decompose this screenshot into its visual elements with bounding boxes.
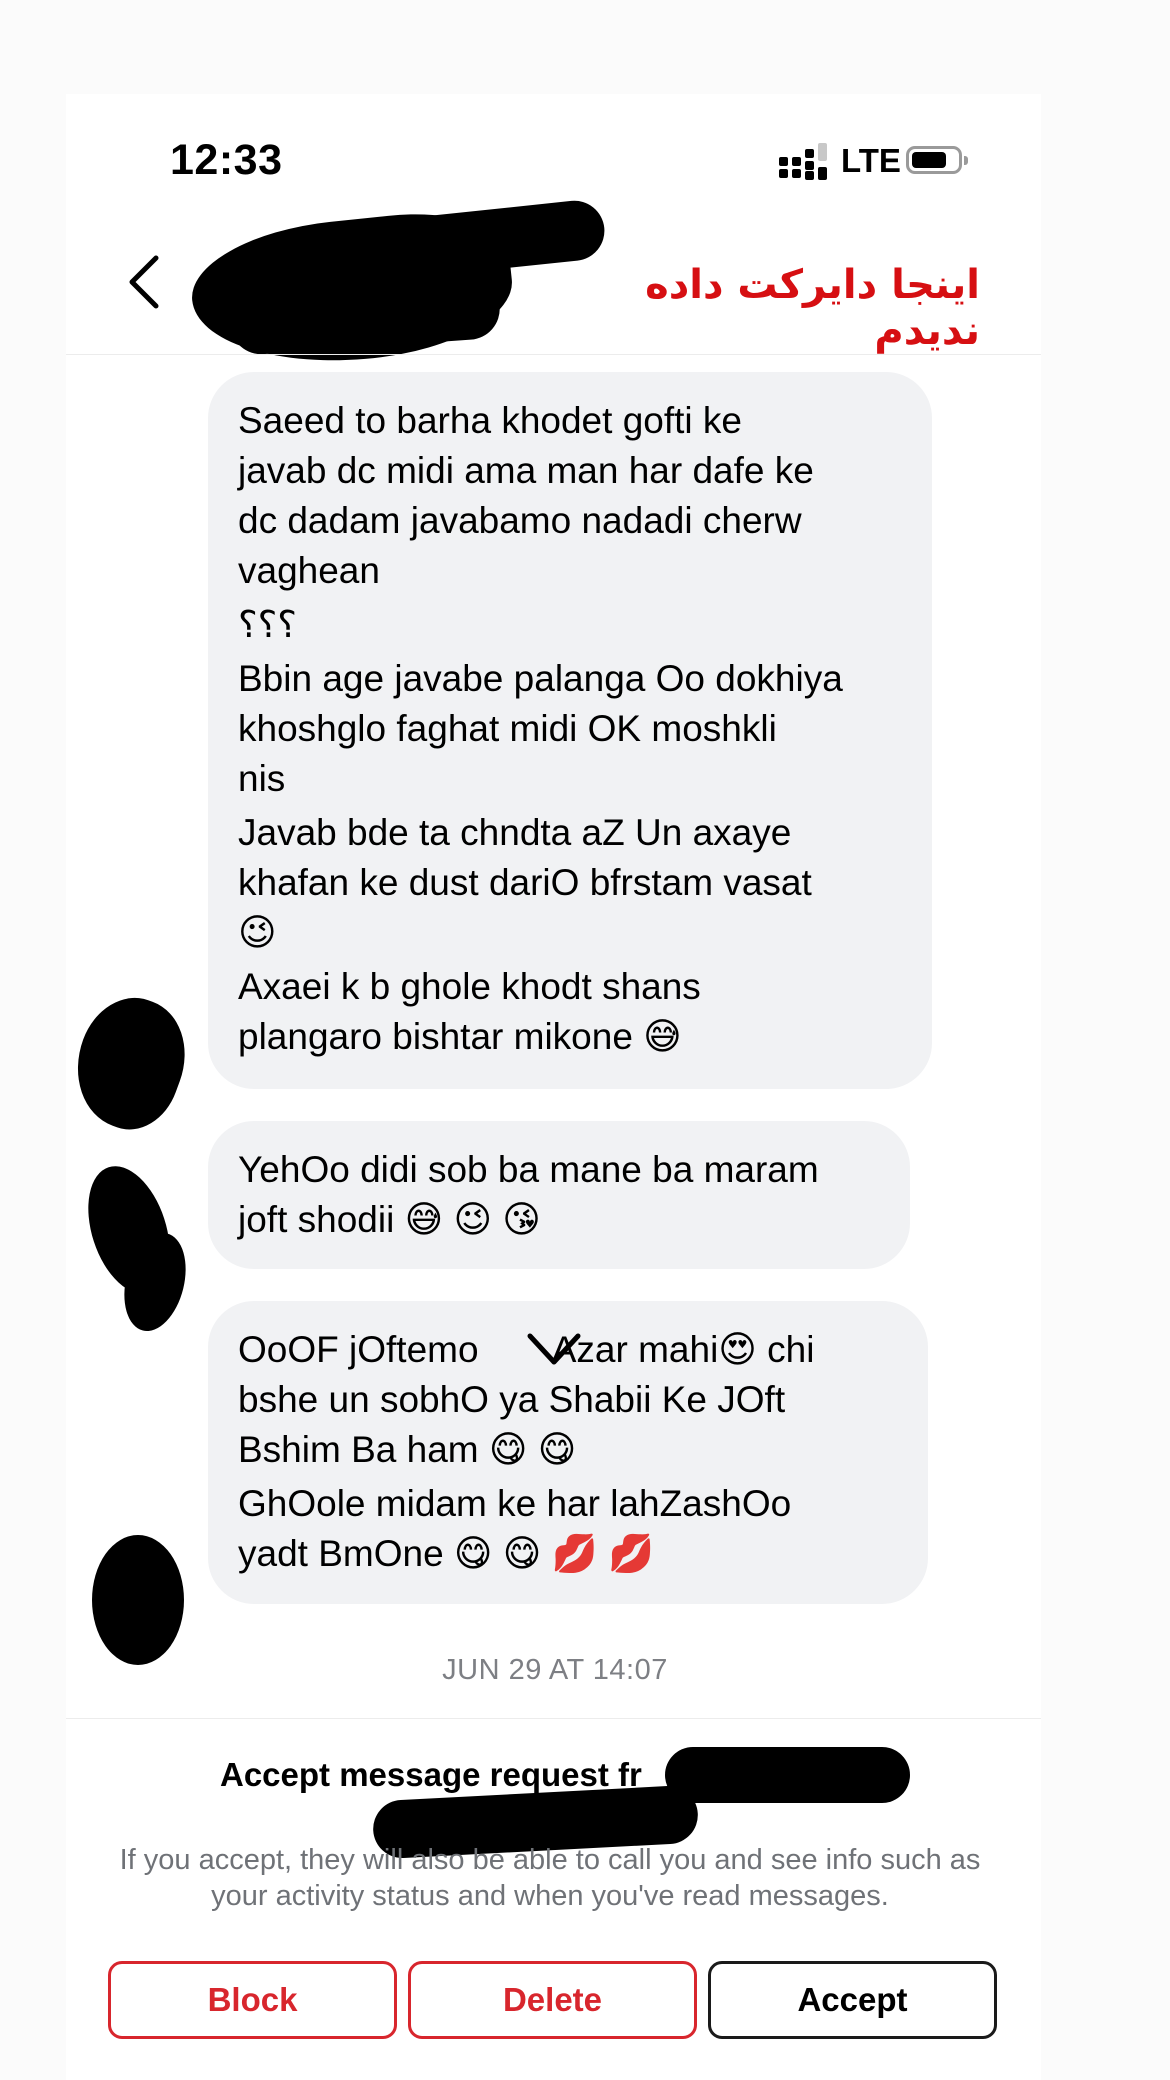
header-annotation: اینجا دایرکت داده ندیدم: [645, 262, 980, 354]
battery-level: [912, 152, 946, 168]
message-paragraph: GhOole midam ke har lahZashOo yadt BmOne…: [238, 1483, 792, 1574]
signal-dot: [805, 171, 814, 180]
signal-dot: [805, 161, 814, 170]
message-paragraph: YehOo didi sob ba mane ba maram joft sho…: [238, 1149, 819, 1240]
redacted-avatar: [92, 1535, 184, 1665]
message-paragraph: Javab bde ta chndta aZ Un axaye khafan k…: [238, 812, 812, 953]
status-time: 12:33: [170, 136, 283, 184]
network-type: LTE: [841, 142, 901, 179]
footer-divider: [66, 1718, 1041, 1719]
signal-dot: [805, 149, 814, 158]
redacted-username: [665, 1747, 910, 1803]
message-paragraph: Saeed to barha khodet gofti ke javab dc …: [238, 400, 814, 591]
chevron-down-icon: [527, 1333, 581, 1365]
signal-dot: [779, 157, 788, 166]
signal-dot: [792, 169, 801, 178]
message-bubble[interactable]: YehOo didi sob ba mane ba maram joft sho…: [208, 1121, 910, 1269]
message-paragraph: Axaei k b ghole khodt shans plangaro bis…: [238, 966, 701, 1057]
battery-nub: [964, 156, 968, 165]
accept-button[interactable]: Accept: [708, 1961, 997, 2039]
delete-button[interactable]: Delete: [408, 1961, 697, 2039]
message-paragraph: Bbin age javabe palanga Oo dokhiya khosh…: [238, 658, 843, 799]
battery-icon: [906, 146, 968, 174]
signal-dot: [818, 167, 827, 180]
request-title: Accept message request fr: [220, 1756, 642, 1793]
back-button[interactable]: [122, 252, 168, 312]
signal-dot: [818, 143, 827, 161]
message-paragraph: ؟؟؟: [238, 604, 297, 645]
block-button[interactable]: Block: [108, 1961, 397, 2039]
signal-dot: [792, 157, 801, 166]
signal-icon: [779, 143, 829, 180]
chevron-left-icon: [129, 255, 159, 309]
message-bubble[interactable]: Saeed to barha khodet gofti ke javab dc …: [208, 372, 932, 1089]
request-info: If you accept, they will also be able to…: [119, 1844, 981, 1912]
signal-dot: [779, 169, 788, 178]
header-divider: [66, 354, 1041, 355]
message-timestamp: JUN 29 AT 14:07: [442, 1654, 668, 1686]
scroll-to-bottom-button[interactable]: [526, 1330, 582, 1370]
